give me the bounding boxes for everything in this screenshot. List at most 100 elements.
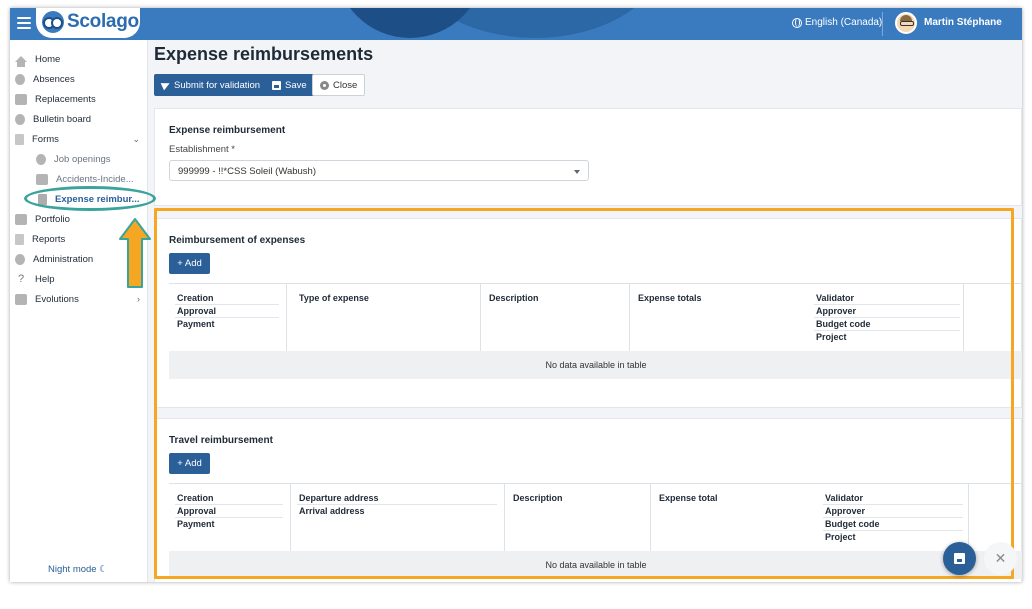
top-bar: Scolago English (Canada) Martin Stéphane	[10, 8, 1022, 40]
accident-icon	[36, 173, 48, 185]
sidebar-item-label: Accidents-Incide...	[56, 173, 134, 185]
sidebar-item-replacements[interactable]: Replacements	[10, 90, 148, 108]
topbar-divider	[882, 12, 883, 36]
replacements-icon	[15, 93, 27, 105]
column-expense-total: Expense total Validator Approver Budget …	[651, 484, 969, 551]
sidebar-item-label: Administration	[33, 253, 94, 265]
column-header: Arrival address	[299, 506, 365, 516]
card-title: Expense reimbursement	[169, 125, 286, 136]
sidebar-item-label: Home	[35, 53, 61, 65]
column-header: Payment	[177, 519, 215, 529]
sidebar-item-label: Portfolio	[35, 213, 70, 225]
page-title: Expense reimbursements	[154, 44, 374, 64]
add-expense-button[interactable]: + Add	[169, 253, 210, 274]
sidebar-item-evolutions[interactable]: Evolutions ›	[10, 290, 148, 308]
header-divider	[175, 304, 279, 305]
save-button[interactable]: Save	[264, 74, 315, 96]
sidebar-item-label: Expense reimbur...	[55, 193, 140, 205]
column-status: Creation Approval Payment	[169, 284, 287, 351]
column-header: Payment	[177, 319, 215, 329]
sidebar-item-absences[interactable]: Absences	[10, 70, 148, 88]
floating-save-button[interactable]	[943, 542, 976, 575]
help-icon: ?	[17, 272, 25, 285]
section-title: Travel reimbursement	[169, 435, 273, 446]
button-label: Submit for validation	[174, 79, 261, 91]
close-icon	[320, 80, 329, 90]
travel-reimbursement-card: Travel reimbursement + Add Creation Appr…	[154, 418, 1022, 582]
user-name[interactable]: Martin Stéphane	[924, 17, 1002, 28]
night-mode-toggle[interactable]: Night mode ☾	[48, 564, 108, 575]
sidebar-item-home[interactable]: Home	[10, 50, 148, 68]
caret-down-icon	[574, 170, 580, 174]
sidebar-item-expense-reimbursements[interactable]: Expense reimbur...	[10, 190, 148, 208]
gear-icon	[15, 253, 25, 265]
document-icon	[38, 193, 47, 205]
header-divider	[175, 504, 283, 505]
brand-logo[interactable]: Scolago	[36, 8, 140, 38]
send-icon	[160, 79, 172, 91]
sidebar-item-help[interactable]: ? Help	[10, 270, 148, 288]
user-add-icon	[36, 153, 46, 165]
sidebar-item-administration[interactable]: Administration	[10, 250, 148, 268]
column-description: Description	[505, 484, 651, 551]
submit-for-validation-button[interactable]: Submit for validation	[154, 74, 269, 96]
column-header: Description	[513, 493, 563, 503]
column-header: Departure address	[299, 493, 379, 503]
language-label: English (Canada)	[805, 17, 883, 28]
sidebar-item-forms[interactable]: Forms ⌄	[10, 130, 148, 148]
empty-table-row: No data available in table	[169, 551, 1022, 579]
column-header: Creation	[177, 493, 214, 503]
sidebar-item-job-openings[interactable]: Job openings	[10, 150, 148, 168]
sidebar-item-reports[interactable]: Reports	[10, 230, 148, 248]
header-divider	[175, 317, 279, 318]
sprout-icon	[15, 293, 27, 305]
chevron-down-icon: ⌄	[132, 134, 140, 144]
chevron-right-icon: ›	[137, 294, 140, 304]
sidebar-item-bulletin-board[interactable]: Bulletin board	[10, 110, 148, 128]
floating-close-button[interactable]: ✕	[984, 542, 1017, 575]
language-selector[interactable]: English (Canada)	[792, 17, 882, 28]
sidebar: Home Absences Replacements Bulletin boar…	[10, 40, 148, 582]
app-window: Scolago English (Canada) Martin Stéphane…	[10, 8, 1022, 582]
globe-icon	[792, 17, 802, 28]
close-button[interactable]: Close	[312, 74, 366, 96]
column-addresses: Departure address Arrival address	[291, 484, 505, 551]
establishment-select[interactable]: 999999 - !!*CSS Soleil (Wabush)	[169, 160, 589, 181]
expense-reimbursement-card: Expense reimbursement Establishment * 99…	[154, 108, 1022, 206]
header-divider	[814, 317, 960, 318]
sidebar-item-label: Forms	[32, 133, 59, 145]
menu-icon[interactable]	[17, 17, 31, 29]
column-header: Expense totals	[638, 293, 702, 303]
sidebar-item-label: Bulletin board	[33, 113, 92, 125]
sidebar-item-portfolio[interactable]: Portfolio	[10, 210, 148, 228]
sidebar-item-label: Reports	[32, 233, 66, 245]
column-header: Approval	[177, 506, 217, 516]
sidebar-item-label: Help	[35, 273, 55, 285]
column-header: Budget code	[825, 519, 880, 529]
header-divider	[814, 304, 960, 305]
column-header: Budget code	[816, 319, 871, 329]
sidebar-item-accidents[interactable]: Accidents-Incide...	[10, 170, 148, 188]
header-divider	[823, 517, 963, 518]
button-label: Save	[285, 79, 307, 91]
header-divider	[823, 504, 963, 505]
column-header: Approval	[177, 306, 217, 316]
empty-table-row: No data available in table	[169, 351, 1022, 379]
trophy-icon	[15, 213, 27, 225]
header-divider	[823, 530, 963, 531]
column-header: Creation	[177, 293, 214, 303]
user-icon	[15, 73, 25, 85]
header-divider	[814, 330, 960, 331]
add-travel-button[interactable]: + Add	[169, 453, 210, 474]
header-divider	[175, 517, 283, 518]
column-status: Creation Approval Payment	[169, 484, 291, 551]
avatar[interactable]	[895, 12, 917, 34]
expenses-table: Creation Approval Payment Type of expens…	[169, 283, 1022, 379]
travel-table: Creation Approval Payment Departure addr…	[169, 483, 1022, 579]
bulletin-icon	[15, 113, 25, 125]
column-header: Validator	[816, 293, 855, 303]
section-title: Reimbursement of expenses	[169, 235, 306, 246]
brand-name: Scolago	[67, 11, 139, 32]
column-header: Approver	[816, 306, 857, 316]
sidebar-item-label: Replacements	[35, 93, 96, 105]
